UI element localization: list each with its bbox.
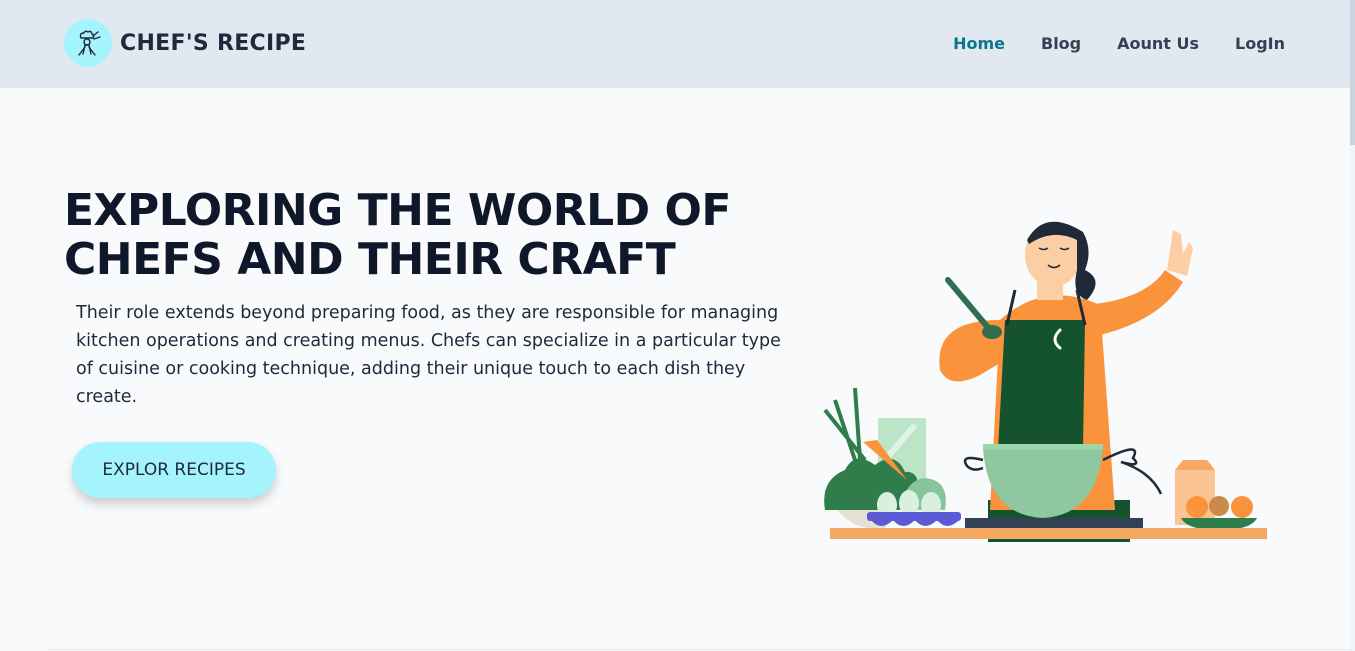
scrollbar-thumb[interactable]: [1350, 0, 1355, 145]
navbar: CHEF'S RECIPE Home Blog Aount Us LogIn: [0, 0, 1350, 88]
scrollbar[interactable]: [1350, 0, 1355, 651]
chef-logo-icon: [64, 19, 112, 67]
divider: [48, 649, 1350, 650]
nav-link-about-us[interactable]: Aount Us: [1117, 34, 1199, 53]
nav-link-home[interactable]: Home: [953, 34, 1005, 53]
nav-link-blog[interactable]: Blog: [1041, 34, 1081, 53]
hero-title-line-1: EXPLORING THE WORLD OF: [64, 185, 731, 236]
nav-link-login[interactable]: LogIn: [1235, 34, 1285, 53]
nav-links: Home Blog Aount Us LogIn: [917, 34, 1285, 53]
explore-recipes-button[interactable]: EXPLOR RECIPES: [72, 442, 276, 498]
brand-name: CHEF'S RECIPE: [120, 30, 307, 56]
hero-description: Their role extends beyond preparing food…: [76, 303, 781, 407]
brand[interactable]: CHEF'S RECIPE: [64, 19, 306, 67]
chef-cooking-illustration: [815, 210, 1275, 550]
hero-title: EXPLORING THE WORLD OF CHEFS AND THEIR C…: [64, 186, 784, 284]
hero-title-line-2: CHEFS AND THEIR CRAFT: [64, 234, 676, 285]
